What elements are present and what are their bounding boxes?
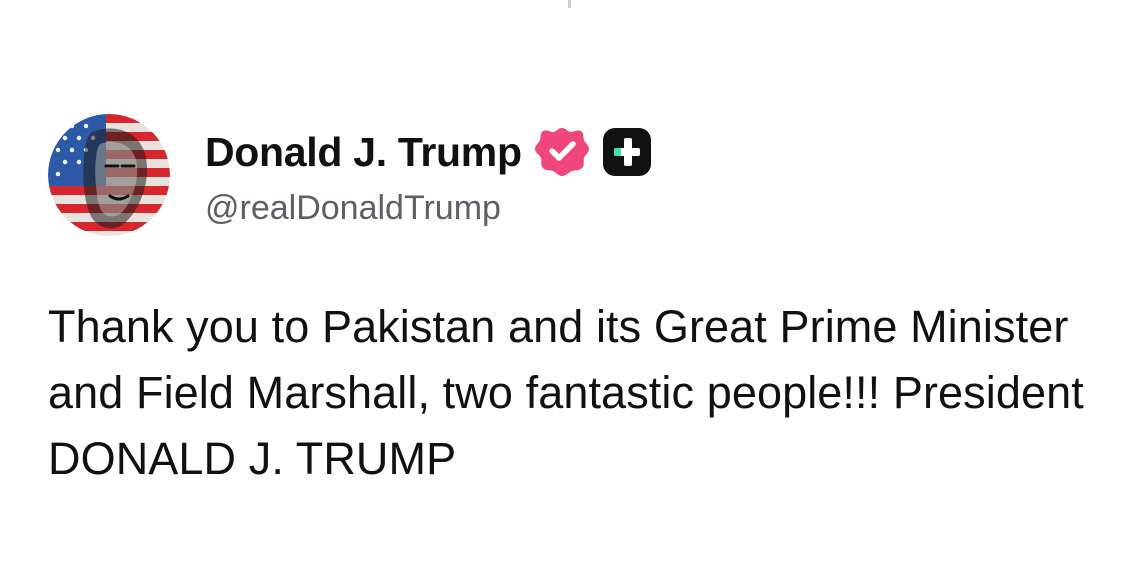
- author-header: Donald J. Trump @realDonaldTrump: [205, 124, 905, 234]
- name-row: Donald J. Trump: [205, 124, 905, 180]
- display-name[interactable]: Donald J. Trump: [205, 124, 522, 180]
- post-text: Thank you to Pakistan and its Great Prim…: [48, 301, 1084, 484]
- avatar[interactable]: [48, 114, 170, 236]
- handle[interactable]: @realDonaldTrump: [205, 186, 905, 230]
- verified-badge-icon: [534, 128, 589, 176]
- plus-badge-icon: [602, 128, 651, 176]
- post-card: Donald J. Trump @realDonaldTrump Thank y…: [0, 0, 1125, 567]
